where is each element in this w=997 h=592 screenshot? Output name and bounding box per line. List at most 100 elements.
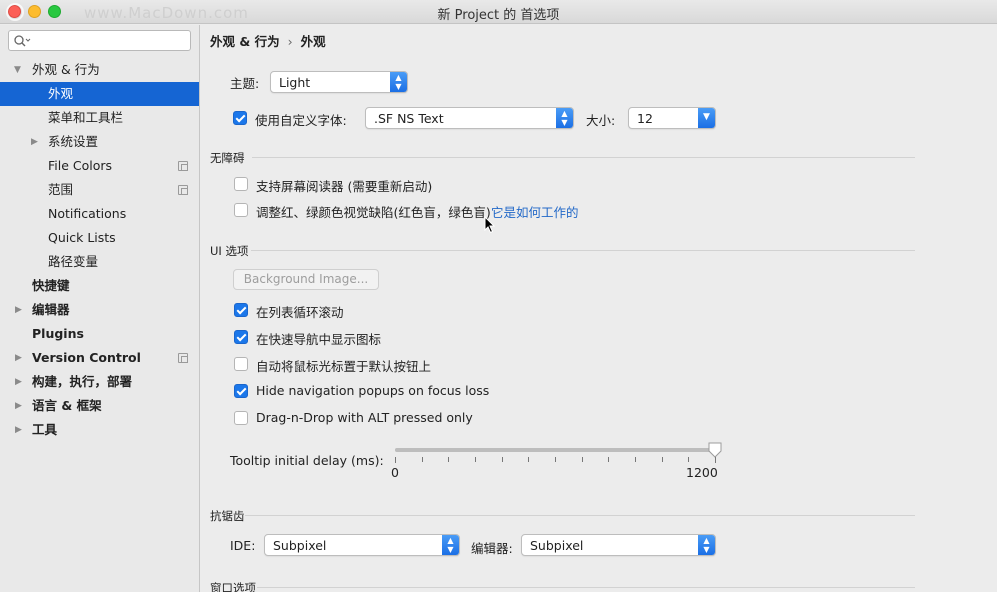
sidebar-item-label: Plugins xyxy=(32,326,84,341)
slider-tick xyxy=(421,457,423,462)
sidebar-item-system-settings[interactable]: ▶ 系统设置 xyxy=(0,130,199,154)
show-icons-nav-label: 在快速导航中显示图标 xyxy=(256,332,382,347)
background-image-button[interactable]: Background Image... xyxy=(233,269,379,290)
sidebar-item-version-control[interactable]: ▶ Version Control xyxy=(0,346,199,370)
collapsed-arrow-icon[interactable]: ▶ xyxy=(15,298,22,322)
collapsed-arrow-icon[interactable]: ▶ xyxy=(15,346,22,370)
search-field[interactable] xyxy=(8,30,191,51)
sidebar-item-plugins[interactable]: Plugins xyxy=(0,322,199,346)
hide-nav-popups-label: Hide navigation popups on focus loss xyxy=(256,383,490,398)
cyclic-scrolling-label: 在列表循环滚动 xyxy=(256,305,344,320)
cyclic-scrolling-checkbox[interactable] xyxy=(234,303,248,317)
sidebar-item-file-colors[interactable]: File Colors xyxy=(0,154,199,178)
chevron-down-icon: ▼ xyxy=(698,108,715,128)
tooltip-delay-slider-track[interactable] xyxy=(395,448,715,452)
breadcrumb-current: 外观 xyxy=(300,34,326,49)
slider-tick xyxy=(608,457,610,462)
antialiasing-section-title: 抗锯齿 xyxy=(210,509,245,523)
tooltip-delay-label: Tooltip initial delay (ms): xyxy=(230,453,384,468)
sidebar-item-quick-lists[interactable]: Quick Lists xyxy=(0,226,199,250)
sidebar-item-label: 快捷键 xyxy=(32,278,70,293)
ide-antialiasing-label: IDE: xyxy=(230,538,256,553)
project-scope-icon xyxy=(178,185,188,195)
slider-tick xyxy=(688,457,690,462)
window-options-section-title: 窗口选项 xyxy=(210,581,256,592)
updown-chevron-icon: ▲ ▼ xyxy=(442,535,459,555)
collapsed-arrow-icon[interactable]: ▶ xyxy=(15,370,22,394)
sidebar-item-keymap[interactable]: 快捷键 xyxy=(0,274,199,298)
ui-options-section-title: UI 选项 xyxy=(210,244,249,258)
sidebar-item-menus-toolbars[interactable]: 菜单和工具栏 xyxy=(0,106,199,130)
color-deficiency-checkbox[interactable] xyxy=(234,203,248,217)
sidebar-item-tools[interactable]: ▶ 工具 xyxy=(0,418,199,442)
collapsed-arrow-icon[interactable]: ▶ xyxy=(15,418,22,442)
drag-n-drop-alt-label: Drag-n-Drop with ALT pressed only xyxy=(256,410,473,425)
collapsed-arrow-icon[interactable]: ▶ xyxy=(31,130,38,154)
font-size-combobox[interactable]: 12 ▼ xyxy=(628,107,716,129)
sidebar-item-label: 菜单和工具栏 xyxy=(48,110,124,125)
sidebar-item-label: 构建，执行，部署 xyxy=(32,374,133,389)
updown-chevron-icon: ▲ ▼ xyxy=(698,535,715,555)
project-scope-icon xyxy=(178,161,188,171)
sidebar-item-label: Version Control xyxy=(32,350,141,365)
project-scope-icon xyxy=(178,353,188,363)
slider-tick xyxy=(395,457,396,463)
title-bar: www.MacDown.com 新 Project 的 首选项 xyxy=(0,0,997,24)
slider-tick xyxy=(528,457,530,462)
sidebar-item-label: Quick Lists xyxy=(48,230,116,245)
move-mouse-default-button-checkbox[interactable] xyxy=(234,357,248,371)
sidebar-item-languages-frameworks[interactable]: ▶ 语言 & 框架 xyxy=(0,394,199,418)
sidebar-item-label: 范围 xyxy=(48,182,74,197)
sidebar-item-notifications[interactable]: Notifications xyxy=(0,202,199,226)
sidebar-item-editor[interactable]: ▶ 编辑器 xyxy=(0,298,199,322)
hide-nav-popups-checkbox[interactable] xyxy=(234,384,248,398)
sidebar-item-label: 外观 xyxy=(48,86,74,101)
sidebar-item-appearance[interactable]: 外观 xyxy=(0,82,199,106)
tooltip-delay-min: 0 xyxy=(391,465,399,480)
sidebar-item-label: 编辑器 xyxy=(32,302,70,317)
section-divider xyxy=(257,587,915,588)
tooltip-delay-slider-thumb[interactable] xyxy=(708,442,722,458)
sidebar-item-appearance-behavior[interactable]: ▼ 外观 & 行为 xyxy=(0,58,199,82)
screen-reader-checkbox[interactable] xyxy=(234,177,248,191)
slider-tick xyxy=(581,457,583,462)
sidebar-item-label: 路径变量 xyxy=(48,254,99,269)
tooltip-delay-slider-fill xyxy=(395,448,715,452)
slider-tick xyxy=(715,457,716,463)
sidebar-item-label: 工具 xyxy=(32,422,58,437)
section-divider xyxy=(252,157,915,158)
color-deficiency-label: 调整红、绿颜色视觉缺陷(红色盲，绿色盲) xyxy=(256,205,491,220)
sidebar-item-path-variables[interactable]: 路径变量 xyxy=(0,250,199,274)
theme-label: 主题: xyxy=(230,76,260,91)
ide-antialiasing-dropdown[interactable]: Subpixel ▲ ▼ xyxy=(264,534,460,556)
slider-tick xyxy=(635,457,636,462)
move-mouse-default-button-label: 自动将鼠标光标置于默认按钮上 xyxy=(256,359,432,374)
sidebar-item-scopes[interactable]: 范围 xyxy=(0,178,199,202)
collapsed-arrow-icon[interactable]: ▶ xyxy=(15,394,22,418)
sidebar-item-label: File Colors xyxy=(48,158,113,173)
expanded-arrow-icon[interactable]: ▼ xyxy=(14,58,21,82)
show-icons-nav-checkbox[interactable] xyxy=(234,330,248,344)
section-divider xyxy=(251,250,915,251)
editor-antialiasing-dropdown[interactable]: Subpixel ▲ ▼ xyxy=(521,534,716,556)
search-icon xyxy=(14,35,31,47)
updown-chevron-icon: ▲ ▼ xyxy=(390,72,407,92)
custom-font-checkbox[interactable] xyxy=(233,111,247,125)
sidebar-item-build-execution[interactable]: ▶ 构建，执行，部署 xyxy=(0,370,199,394)
settings-sidebar: ▼ 外观 & 行为 外观 菜单和工具栏 ▶ 系统设置 File Colors 范… xyxy=(0,25,200,592)
editor-antialiasing-label: 编辑器: xyxy=(471,541,513,556)
theme-dropdown[interactable]: Light ▲ ▼ xyxy=(270,71,408,93)
custom-font-label: 使用自定义字体: xyxy=(255,113,347,128)
slider-tick xyxy=(661,457,663,462)
mouse-pointer-icon xyxy=(484,216,496,234)
sidebar-item-label: 语言 & 框架 xyxy=(32,398,102,413)
how-it-works-link[interactable]: 它是如何工作的 xyxy=(491,202,579,221)
font-family-dropdown[interactable]: .SF NS Text ▲ ▼ xyxy=(365,107,574,129)
window-title: 新 Project 的 首选项 xyxy=(437,8,560,23)
breadcrumb-parent[interactable]: 外观 & 行为 xyxy=(210,34,280,49)
section-divider xyxy=(245,515,915,516)
font-size-value: 12 xyxy=(637,111,653,126)
sidebar-item-label: 外观 & 行为 xyxy=(32,62,100,77)
drag-n-drop-alt-checkbox[interactable] xyxy=(234,411,248,425)
settings-main-panel: 外观 & 行为 › 外观 主题: Light ▲ ▼ 使用自定义字体: .SF NS … xyxy=(201,25,997,592)
